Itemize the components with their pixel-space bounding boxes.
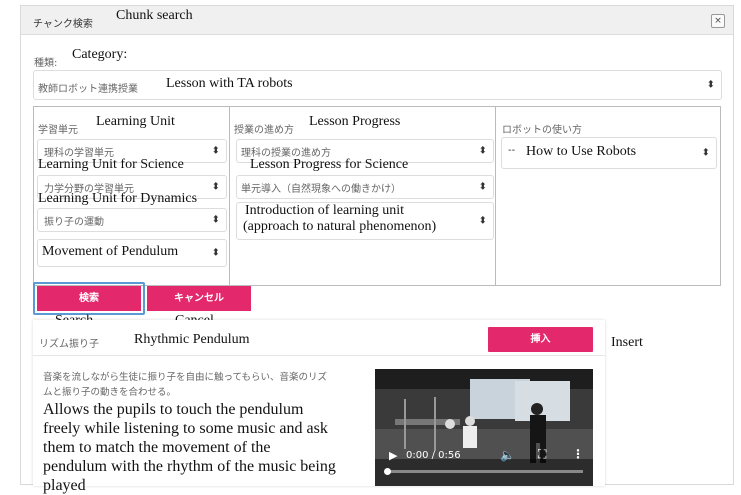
cancel-button[interactable]: キャンセル [147,286,251,311]
select-prefix: -- [508,145,516,156]
chevron-updown-icon: ⬍ [211,181,220,193]
category-label-jp: 種類: [34,58,58,69]
learning-unit-header-jp: 学習単元 [38,125,78,136]
category-value-jp: 教師ロボット連携授業 [38,84,138,95]
insert-label-en: Insert [611,335,643,350]
learning-unit-select-1-en: Learning Unit for Science [38,157,184,172]
result-desc-jp-line2: ムと振り子の動きを合わせる。 [43,387,177,398]
learning-unit-select-3[interactable]: 振り子の運動 ⬍ [37,208,227,232]
desc-line: pendulum with the rhythm of the music be… [43,458,336,475]
robot-usage-select[interactable]: -- How to Use Robots ⬍ [501,137,717,169]
desc-line: them to match the movement of the [43,439,271,456]
robot-usage-column: ロボットの使い方 -- How to Use Robots ⬍ [495,106,721,286]
lesson-progress-select-2[interactable]: 単元導入（自然現象への働きかけ） ⬍ [236,175,494,199]
result-title-jp: リズム振り子 [39,339,99,350]
chevron-updown-icon: ⬍ [211,145,220,157]
lesson-progress-select-1-en: Lesson Progress for Science [250,157,409,172]
category-value-en: Lesson with TA robots [166,76,293,91]
learning-unit-select-4[interactable]: Movement of Pendulum ⬍ [37,239,227,267]
video-player[interactable]: ▶ 0:00 / 0:56 🔈 ⛶ ⋮ [375,369,593,486]
dialog-title-en: Chunk search [116,8,193,23]
volume-icon[interactable]: 🔈 [500,448,515,462]
fullscreen-icon[interactable]: ⛶ [538,447,546,462]
category-select[interactable]: 教師ロボット連携授業 Lesson with TA robots ⬍ [33,70,722,100]
chevron-updown-icon: ⬍ [211,214,220,226]
select-value-en-line1: Introduction of learning unit [245,203,405,218]
lesson-progress-header-jp: 授業の進め方 [234,125,294,136]
divider [33,355,605,356]
chevron-updown-icon: ⬍ [478,145,487,157]
learning-unit-column: 学習単元 Learning Unit 理科の学習単元 ⬍ Learning Un… [33,106,231,286]
video-progress-handle[interactable] [384,468,391,475]
chevron-updown-icon: ⬍ [211,247,220,259]
category-label-en: Category: [72,47,128,62]
chevron-updown-icon: ⬍ [478,181,487,193]
chevron-updown-icon: ⬍ [478,215,487,227]
more-icon[interactable]: ⋮ [572,447,584,461]
learning-unit-select-2-en: Learning Unit for Dynamics [38,191,198,206]
video-thumbnail [375,369,593,486]
result-title-en: Rhythmic Pendulum [134,332,250,347]
select-value-en: How to Use Robots [526,144,637,159]
chevron-updown-icon: ⬍ [706,79,715,91]
select-value-en: Movement of Pendulum [42,244,179,259]
video-time: 0:00 / 0:56 [406,450,461,461]
select-value-jp: 振り子の運動 [44,217,104,228]
result-desc-jp-line1: 音楽を流しながら生徒に振り子を自由に触ってもらい、音楽のリズ [43,372,328,383]
close-icon[interactable]: × [711,14,725,28]
result-description-en: Allows the pupils to touch the pendulum … [43,400,373,495]
select-value-en-line2: (approach to natural phenomenon) [243,219,437,234]
lesson-progress-header-en: Lesson Progress [309,114,401,129]
dialog-title-jp: チャンク検索 [33,19,93,30]
dialog-titlebar: チャンク検索 Chunk search × [21,6,733,35]
search-button[interactable]: 検索 [37,286,141,311]
play-icon[interactable]: ▶ [389,449,397,462]
lesson-progress-select-3[interactable]: Introduction of learning unit (approach … [236,202,494,240]
robot-usage-header-jp: ロボットの使い方 [502,125,582,136]
video-progress-track[interactable] [384,468,583,475]
desc-line: Allows the pupils to touch the pendulum [43,401,304,418]
learning-unit-header-en: Learning Unit [96,114,175,129]
lesson-progress-column: 授業の進め方 Lesson Progress 理科の授業の進め方 ⬍ Lesso… [229,106,497,286]
insert-button[interactable]: 挿入 [488,327,593,352]
select-value-jp: 単元導入（自然現象への働きかけ） [241,184,401,195]
chevron-updown-icon: ⬍ [701,147,710,159]
desc-line: freely while listening to some music and… [43,420,328,437]
